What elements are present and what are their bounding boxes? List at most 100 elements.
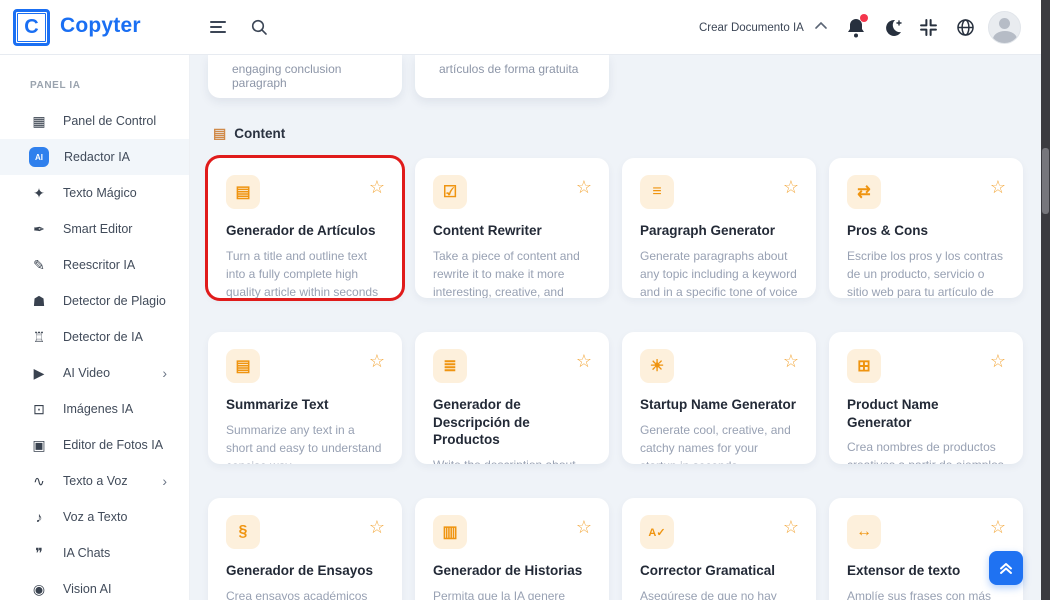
article-document-icon: ▤ — [226, 175, 260, 209]
favorite-star-icon[interactable]: ☆ — [783, 517, 799, 538]
sidebar-item-panel-de-control[interactable]: ▦ Panel de Control — [0, 103, 189, 139]
partial-card-text: engaging conclusion paragraph — [232, 62, 341, 90]
browser-scrollbar[interactable] — [1041, 0, 1050, 600]
double-chevron-up-icon — [998, 560, 1014, 576]
sidebar-item-label: Detector de Plagio — [63, 294, 166, 308]
sidebar-item-editor-de-fotos-ia[interactable]: ▣ Editor de Fotos IA — [0, 427, 189, 463]
card-description: Generate cool, creative, and catchy name… — [640, 421, 798, 464]
menu-toggle-icon[interactable] — [209, 18, 227, 36]
sidebar-item-reescritor-ia[interactable]: ✎ Reescritor IA — [0, 247, 189, 283]
favorite-star-icon[interactable]: ☆ — [576, 177, 592, 198]
logo[interactable]: C — [13, 9, 50, 46]
card-title: Generador de Descripción de Productos — [433, 396, 591, 449]
summary-document-icon: ▤ — [226, 349, 260, 383]
sidebar-item-label: Texto a Voz — [63, 474, 128, 488]
waveform-icon: ∿ — [30, 473, 48, 490]
eye-icon: ◉ — [30, 581, 48, 598]
chat-bubble-icon: ❞ — [30, 545, 48, 562]
checklist-icon: ≣ — [433, 349, 467, 383]
sidebar-item-voz-a-texto[interactable]: ♪ Voz a Texto — [0, 499, 189, 535]
card-title: Paragraph Generator — [640, 222, 798, 240]
brand-name[interactable]: Copyter — [60, 14, 141, 38]
sidebar-item-ia-chats[interactable]: ❞ IA Chats — [0, 535, 189, 571]
card-description: Escribe los pros y los contras de un pro… — [847, 247, 1005, 298]
swap-arrows-icon: ⇄ — [847, 175, 881, 209]
scrollbar-thumb[interactable] — [1042, 148, 1049, 214]
tool-card-summarize-text[interactable]: ▤ ☆ Summarize Text Summarize any text in… — [208, 332, 402, 464]
shield-icon: ☗ — [30, 293, 48, 310]
sidebar-item-detector-de-plagio[interactable]: ☗ Detector de Plagio — [0, 283, 189, 319]
favorite-star-icon[interactable]: ☆ — [990, 517, 1006, 538]
tool-card-generador-de-articulos[interactable]: ▤ ☆ Generador de Artículos Turn a title … — [208, 158, 402, 298]
favorite-star-icon[interactable]: ☆ — [576, 351, 592, 372]
sidebar-item-label: Editor de Fotos IA — [63, 438, 163, 452]
tool-card-corrector-gramatical[interactable]: A✓ ☆ Corrector Gramatical Asegúrese de q… — [622, 498, 816, 600]
dark-mode-moon-icon[interactable] — [883, 18, 903, 38]
sparkles-icon: ✦ — [30, 185, 48, 202]
card-description: Crea ensayos académicos creativos para v… — [226, 587, 384, 600]
sidebar-item-smart-editor[interactable]: ✒ Smart Editor — [0, 211, 189, 247]
tool-card-content-rewriter[interactable]: ☑ ☆ Content Rewriter Take a piece of con… — [415, 158, 609, 298]
compress-fullscreen-icon[interactable] — [920, 19, 937, 36]
user-avatar[interactable] — [988, 11, 1021, 44]
sidebar-item-texto-magico[interactable]: ✦ Texto Mágico — [0, 175, 189, 211]
partial-card[interactable]: artículos de forma gratuita — [415, 55, 609, 98]
sidebar-item-ai-video[interactable]: ▶ AI Video › — [0, 355, 189, 391]
favorite-star-icon[interactable]: ☆ — [990, 351, 1006, 372]
spellcheck-icon: A✓ — [640, 515, 674, 549]
card-description: Write the description about your product… — [433, 456, 591, 464]
search-icon[interactable] — [250, 18, 268, 36]
favorite-star-icon[interactable]: ☆ — [369, 177, 385, 198]
card-title: Generador de Artículos — [226, 222, 384, 240]
language-globe-icon[interactable] — [956, 18, 975, 37]
gift-box-icon: ⊞ — [847, 349, 881, 383]
topbar: C Copyter Crear Documento IA — [0, 0, 1050, 55]
scroll-to-top-button[interactable] — [989, 551, 1023, 585]
favorite-star-icon[interactable]: ☆ — [783, 351, 799, 372]
scroll-paper-icon: § — [226, 515, 260, 549]
card-description: Summarize any text in a short and easy t… — [226, 421, 384, 464]
sidebar-item-detector-de-ia[interactable]: ♖ Detector de IA — [0, 319, 189, 355]
sidebar-item-label: AI Video — [63, 366, 110, 380]
card-description: Amplíe sus frases con más descripciones … — [847, 587, 1005, 600]
card-description: Crea nombres de productos creativos a pa… — [847, 438, 1005, 464]
sidebar-item-label: Vision AI — [63, 582, 111, 596]
avatar-silhouette — [999, 18, 1010, 29]
create-document-button[interactable]: Crear Documento IA — [699, 22, 804, 34]
favorite-star-icon[interactable]: ☆ — [990, 177, 1006, 198]
paragraph-lines-icon: ≡ — [640, 175, 674, 209]
favorite-star-icon[interactable]: ☆ — [783, 177, 799, 198]
chevron-up-icon[interactable] — [814, 21, 828, 31]
tool-card-generador-de-historias[interactable]: ▥ ☆ Generador de Historias Permita que l… — [415, 498, 609, 600]
card-description: Permita que la IA genere historias creat… — [433, 587, 591, 600]
sidebar-item-redactor-ia[interactable]: AI Redactor IA — [0, 139, 189, 175]
card-title: Product Name Generator — [847, 396, 1005, 431]
sidebar-item-texto-a-voz[interactable]: ∿ Texto a Voz › — [0, 463, 189, 499]
tool-card-generador-de-descripcion-de-productos[interactable]: ≣ ☆ Generador de Descripción de Producto… — [415, 332, 609, 464]
content-section-header: ▤ Content — [213, 125, 1041, 142]
tool-card-startup-name-generator[interactable]: ☀ ☆ Startup Name Generator Generate cool… — [622, 332, 816, 464]
tools-grid: ▤ ☆ Generador de Artículos Turn a title … — [208, 158, 1041, 600]
partial-card[interactable]: engaging conclusion paragraph — [208, 55, 402, 98]
sidebar-item-imagenes-ia[interactable]: ⊡ Imágenes IA — [0, 391, 189, 427]
card-title: Startup Name Generator — [640, 396, 798, 414]
tool-card-paragraph-generator[interactable]: ≡ ☆ Paragraph Generator Generate paragra… — [622, 158, 816, 298]
card-title: Generador de Ensayos — [226, 562, 384, 580]
favorite-star-icon[interactable]: ☆ — [369, 517, 385, 538]
music-note-icon: ♪ — [30, 509, 48, 525]
favorite-star-icon[interactable]: ☆ — [369, 351, 385, 372]
tool-card-pros-cons[interactable]: ⇄ ☆ Pros & Cons Escribe los pros y los c… — [829, 158, 1023, 298]
text-expand-icon: ↔ — [847, 515, 881, 549]
tool-card-product-name-generator[interactable]: ⊞ ☆ Product Name Generator Crea nombres … — [829, 332, 1023, 464]
card-title: Generador de Historias — [433, 562, 591, 580]
sidebar-item-vision-ai[interactable]: ◉ Vision AI — [0, 571, 189, 600]
favorite-star-icon[interactable]: ☆ — [576, 517, 592, 538]
sidebar-item-label: Panel de Control — [63, 114, 156, 128]
bank-detector-icon: ♖ — [30, 329, 48, 346]
chevron-right-icon: › — [162, 365, 167, 381]
notification-dot — [860, 14, 868, 22]
sidebar: PANEL IA ▦ Panel de Control AI Redactor … — [0, 55, 190, 600]
sidebar-item-label: Reescritor IA — [63, 258, 135, 272]
sidebar-item-label: Redactor IA — [64, 150, 130, 164]
tool-card-generador-de-ensayos[interactable]: § ☆ Generador de Ensayos Crea ensayos ac… — [208, 498, 402, 600]
